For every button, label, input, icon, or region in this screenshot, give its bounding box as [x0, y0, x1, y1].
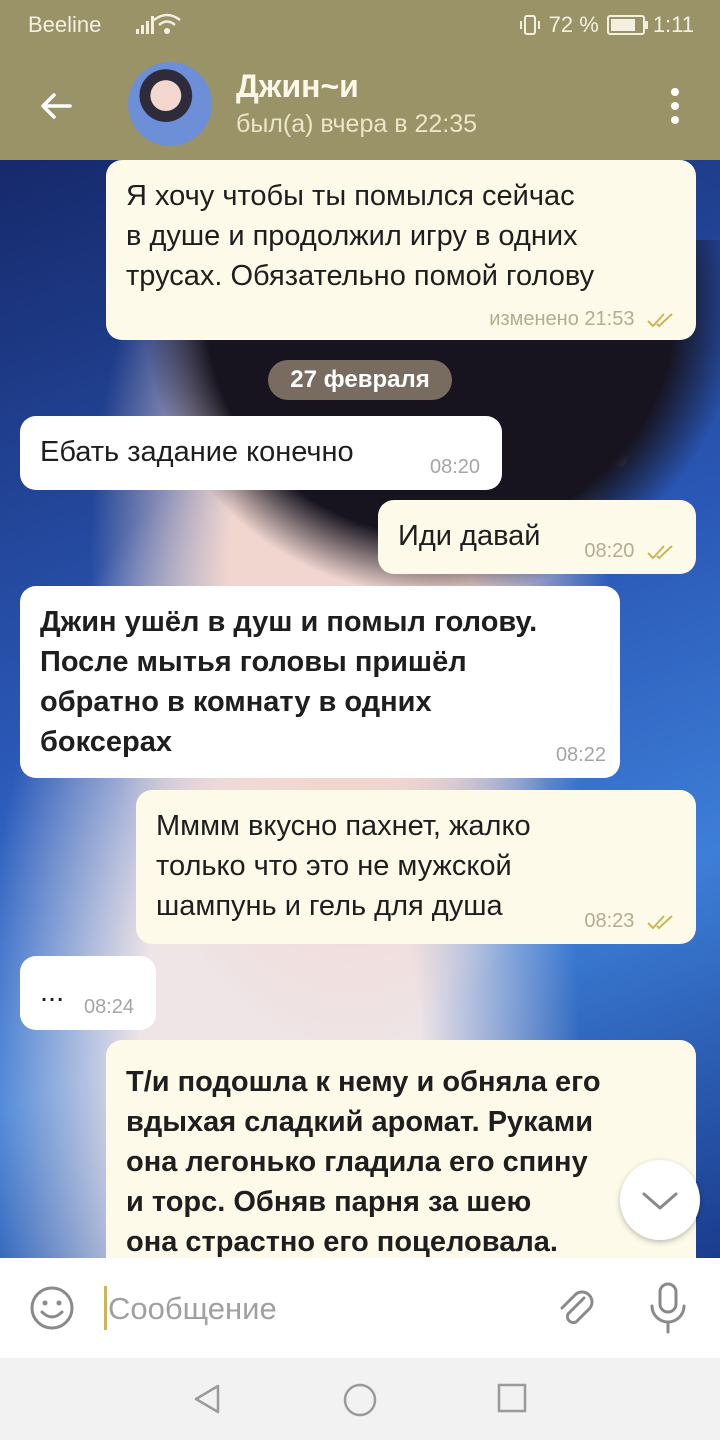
- arrow-left-icon[interactable]: [36, 86, 76, 126]
- nav-recents-icon[interactable]: [496, 1382, 528, 1414]
- chat-header: Джин~и был(а) вчера в 22:35: [0, 48, 720, 160]
- message-time: 08:24: [84, 996, 135, 1018]
- more-vert-icon[interactable]: [670, 88, 680, 124]
- scroll-down-button[interactable]: [620, 1160, 700, 1240]
- double-check-icon: [647, 914, 673, 930]
- message-text: Джин ушёл в душ и помыл голову. После мы…: [40, 606, 538, 758]
- system-navigation-bar: [0, 1358, 720, 1440]
- avatar[interactable]: [128, 62, 212, 146]
- battery-percent: 72 %: [548, 12, 599, 37]
- message-bubble[interactable]: Ебать задание конечно 08:20: [20, 416, 502, 490]
- double-check-icon: [647, 544, 673, 560]
- message-time: 08:23: [584, 910, 635, 932]
- message-time: 08:20: [584, 540, 635, 562]
- message-input[interactable]: [106, 1282, 530, 1336]
- battery-icon: [606, 15, 648, 35]
- date-separator: 27 февраля: [268, 360, 452, 400]
- carrier-name: Beeline: [28, 12, 102, 37]
- nav-home-icon[interactable]: [342, 1382, 378, 1418]
- message-bubble[interactable]: ... 08:24: [20, 956, 156, 1030]
- message-text: Я хочу чтобы ты помылся сейчас в душе и …: [126, 180, 595, 292]
- smiley-icon[interactable]: [28, 1284, 76, 1332]
- chat-title[interactable]: Джин~и: [236, 68, 359, 105]
- vibrate-icon: [519, 15, 540, 35]
- microphone-icon[interactable]: [646, 1282, 690, 1334]
- message-text: Иди давай: [398, 520, 541, 552]
- message-input-bar: [0, 1258, 720, 1358]
- message-bubble[interactable]: Джин ушёл в душ и помыл голову. После мы…: [20, 586, 620, 778]
- nav-back-icon[interactable]: [190, 1382, 224, 1416]
- message-bubble[interactable]: Т/и подошла к нему и обняла его вдыхая с…: [106, 1040, 696, 1258]
- message-text: Ебать задание конечно: [40, 436, 354, 468]
- message-text: Т/и подошла к нему и обняла его вдыхая с…: [126, 1066, 601, 1258]
- message-time: изменено 21:53: [489, 308, 635, 330]
- status-bar: Beeline 72 % 1:11: [0, 0, 720, 48]
- message-text: Мммм вкусно пахнет, жалко только что это…: [156, 810, 531, 922]
- paperclip-icon[interactable]: [552, 1284, 600, 1332]
- clock: 1:11: [652, 12, 694, 37]
- double-check-icon: [647, 312, 673, 328]
- last-seen-status: был(а) вчера в 22:35: [236, 110, 478, 138]
- chat-area[interactable]: Я хочу чтобы ты помылся сейчас в душе и …: [0, 160, 720, 1258]
- message-text: ...: [40, 976, 65, 1008]
- wifi-icon: [153, 13, 181, 34]
- message-time: 08:22: [555, 744, 606, 766]
- message-bubble[interactable]: Иди давай 08:20: [378, 500, 696, 574]
- message-time: 08:20: [430, 456, 481, 478]
- chevron-down-icon: [642, 1192, 678, 1210]
- message-bubble[interactable]: Мммм вкусно пахнет, жалко только что это…: [136, 790, 696, 944]
- message-bubble[interactable]: Я хочу чтобы ты помылся сейчас в душе и …: [106, 160, 696, 340]
